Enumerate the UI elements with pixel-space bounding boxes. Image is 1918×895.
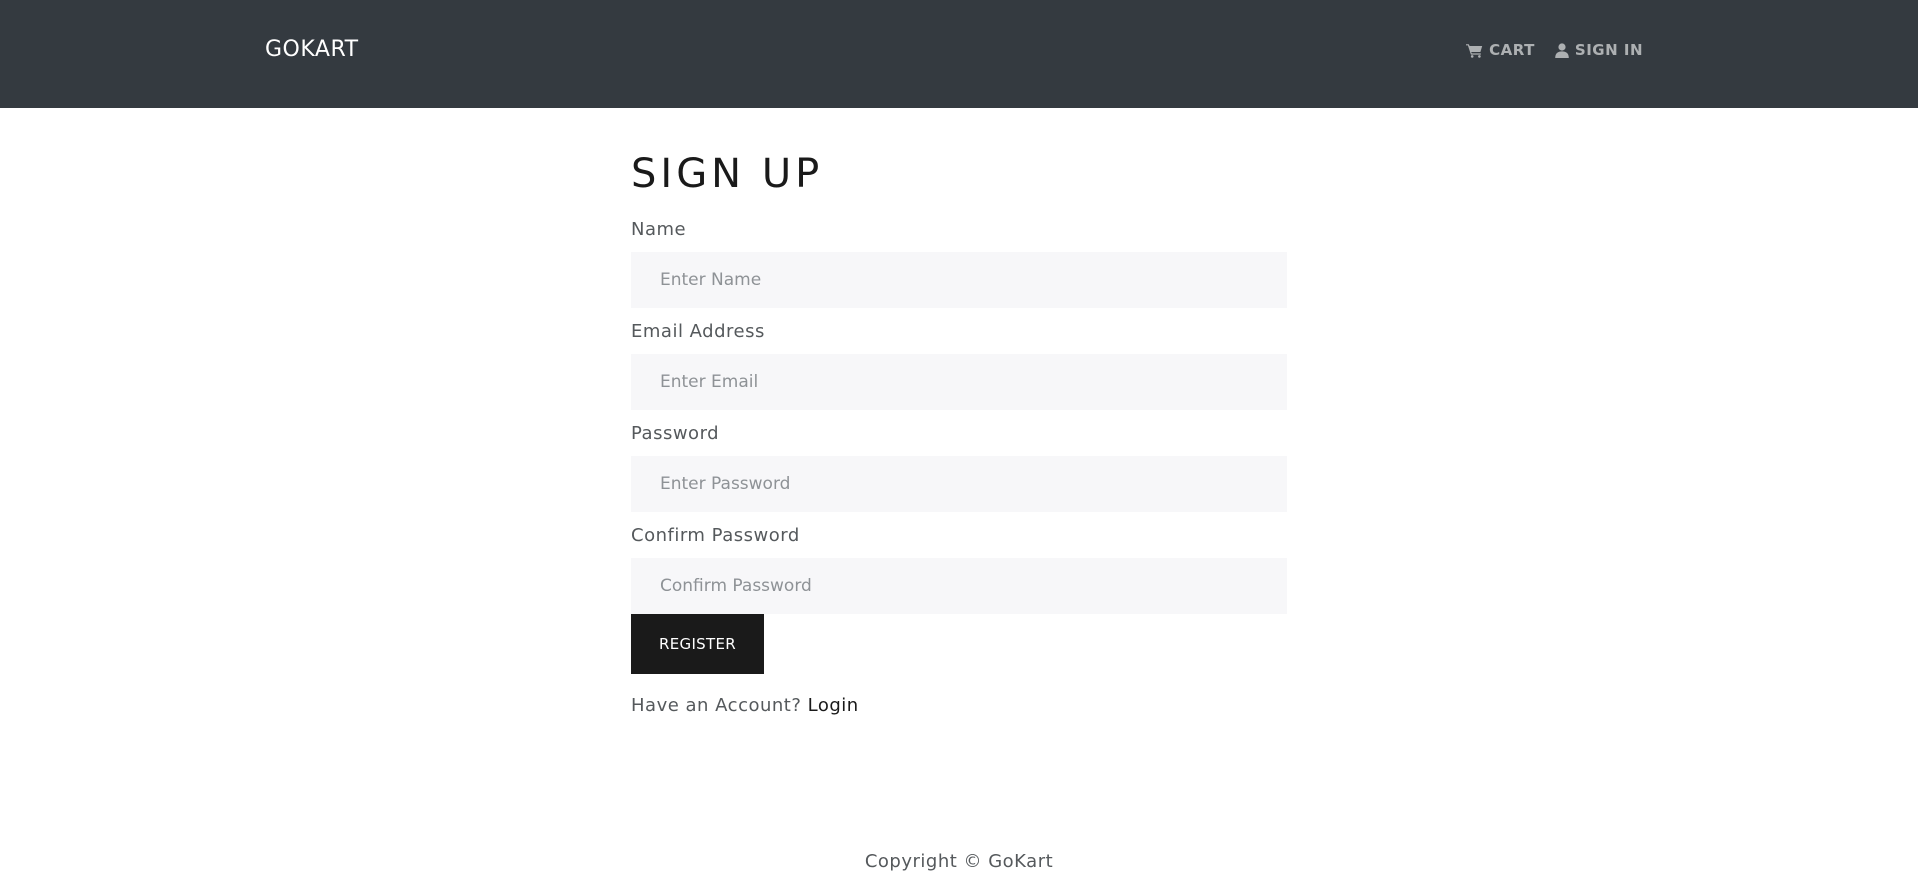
navbar: GOKART CART SIGN IN [0, 0, 1918, 108]
email-label: Email Address [631, 321, 765, 342]
confirm-password-input[interactable] [631, 558, 1287, 614]
cart-icon [1466, 43, 1483, 58]
name-label: Name [631, 219, 687, 240]
login-link[interactable]: Login [808, 695, 859, 716]
nav-sign-in-link[interactable]: SIGN IN [1555, 40, 1643, 60]
nav-cart-link[interactable]: CART [1466, 40, 1535, 60]
nav-cart-label: CART [1489, 41, 1535, 59]
password-input[interactable] [631, 456, 1287, 512]
footer: Copyright © GoKart [0, 850, 1918, 874]
confirm-password-label: Confirm Password [631, 525, 800, 546]
email-input[interactable] [631, 354, 1287, 410]
have-account-line: Have an Account? Login [631, 694, 1287, 718]
password-label: Password [631, 423, 720, 444]
copyright-text: Copyright © GoKart [864, 851, 1054, 872]
register-button[interactable]: REGISTER [631, 614, 764, 674]
nav-links: CART SIGN IN [1466, 40, 1643, 60]
brand-logo-link[interactable]: GOKART [265, 36, 359, 64]
name-input[interactable] [631, 252, 1287, 308]
signup-container: SIGN UP Name Email Address Password Conf… [631, 108, 1287, 718]
signup-form: Name Email Address Password Confirm Pass… [631, 218, 1287, 674]
user-icon [1555, 42, 1569, 58]
have-account-text: Have an Account? [631, 695, 802, 716]
nav-sign-in-label: SIGN IN [1574, 41, 1643, 59]
page-title: SIGN UP [631, 151, 824, 197]
